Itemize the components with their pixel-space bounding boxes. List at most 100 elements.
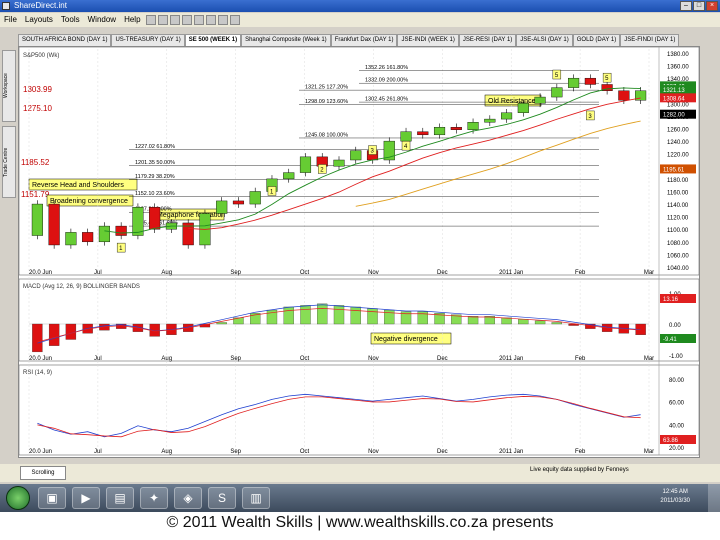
tab-jse-alsi[interactable]: JSE-ALSI (DAY 1) xyxy=(516,34,573,46)
toolbar-settings-icon[interactable] xyxy=(229,15,240,25)
annotation-broadening-convergence[interactable]: Broadening convergence xyxy=(46,194,134,207)
wave-label: 1 xyxy=(116,242,126,253)
tab-gold[interactable]: GOLD (DAY 1) xyxy=(572,34,621,46)
candle xyxy=(82,232,94,243)
tab-shanghai[interactable]: Shanghai Composite (Week 1) xyxy=(241,34,331,46)
price-badge: 1321.13 xyxy=(660,85,696,95)
menu-file[interactable]: File xyxy=(0,13,21,27)
price-x-label: Aug xyxy=(161,270,172,276)
tab-se500[interactable]: SE 500 (WEEK 1) xyxy=(184,34,242,46)
candle xyxy=(232,200,245,205)
rsi-x-label: Dec xyxy=(437,449,448,455)
annotation-negative-divergence[interactable]: Negative divergence xyxy=(370,332,452,345)
menu-layouts[interactable]: Layouts xyxy=(21,13,57,27)
rsi-x-label: Aug xyxy=(161,449,172,455)
menu-help[interactable]: Help xyxy=(120,13,144,27)
candle xyxy=(216,200,228,214)
document-icon[interactable]: ▤ xyxy=(106,487,134,509)
fib-label: 1321.25 127.20% xyxy=(305,85,348,91)
tab-dax[interactable]: Frankfurt Dax (DAY 1) xyxy=(330,34,398,46)
rsi-x-label: 2011 Jan xyxy=(499,449,523,455)
macd-badge: 13.16 xyxy=(660,294,696,303)
toolbar-draw-icon[interactable] xyxy=(205,15,216,25)
window-controls: – □ × xyxy=(680,1,718,11)
annotation-reverse-head-shoulders[interactable]: Reverse Head and Shoulders xyxy=(28,178,138,191)
chart-area[interactable]: S&P500 (Wk) 1303.99 1275.10 1185.52 1151… xyxy=(18,46,700,458)
tab-jse-indi[interactable]: JSE-INDI (WEEK 1) xyxy=(397,34,459,46)
candle xyxy=(65,232,77,246)
svg-text:13.16: 13.16 xyxy=(663,297,679,303)
taskbar-apps: ▣ ▶ ▤ ✦ ◈ S ▥ xyxy=(38,487,270,509)
close-button[interactable]: × xyxy=(706,1,718,11)
macd-bar xyxy=(367,308,378,325)
menu-tools[interactable]: Tools xyxy=(57,13,84,27)
candle xyxy=(517,103,529,113)
tab-jse-resi[interactable]: JSE-RESI (DAY 1) xyxy=(458,34,517,46)
price-x-label: 20.0 Jun xyxy=(29,270,52,276)
toolbar-open-icon[interactable] xyxy=(157,15,168,25)
left-price-4: 1151.79 xyxy=(21,190,50,199)
rsi-x-label: Sep xyxy=(230,449,241,455)
toolbar-print-icon[interactable] xyxy=(181,15,192,25)
maximize-button[interactable]: □ xyxy=(693,1,705,11)
tab-sa-bond[interactable]: SOUTH AFRICA BOND (DAY 1) xyxy=(18,34,112,46)
network-icon[interactable]: ◈ xyxy=(174,487,202,509)
fib-label: 1245.08 100.00% xyxy=(305,132,348,138)
rsi-axis-label: 20.00 xyxy=(669,446,685,452)
tab-jse-findi[interactable]: JSE-FINDI (DAY 1) xyxy=(620,34,680,46)
wave-label: 3 xyxy=(586,110,595,121)
candle xyxy=(450,127,462,130)
macd-badge: -9.41 xyxy=(660,334,696,343)
fib-label: 1332.09 200.00% xyxy=(365,78,408,84)
price-badge: 1195.61 xyxy=(660,164,696,174)
fib-label: 1179.29 38.20% xyxy=(135,174,175,180)
macd-bar xyxy=(467,316,479,325)
price-x-label: 2011 Jan xyxy=(499,270,523,276)
svg-text:Broadening convergence: Broadening convergence xyxy=(50,198,128,205)
rsi-x-label: Jul xyxy=(94,449,102,455)
candle xyxy=(433,127,446,136)
chart-canvas[interactable]: S&P500 (Wk) 1303.99 1275.10 1185.52 1151… xyxy=(18,46,700,457)
price-x-label: Sep xyxy=(230,270,241,276)
minimize-button[interactable]: – xyxy=(680,1,692,11)
macd-bar xyxy=(48,323,60,346)
tools-icon[interactable]: ✦ xyxy=(140,487,168,509)
macd-axis-label: -1.00 xyxy=(669,354,683,360)
toolbar-save-icon[interactable] xyxy=(169,15,180,25)
candle xyxy=(333,159,345,167)
side-tab-trade-centre[interactable]: Trade Centre xyxy=(2,126,16,198)
price-x-label: Jul xyxy=(94,270,102,276)
wave-label: 5 xyxy=(552,69,562,80)
annotation-old-resistance[interactable]: Old Resistance xyxy=(484,94,542,107)
wave-label: 4 xyxy=(401,140,411,151)
macd-header: MACD (Avg 12, 26, 9) BOLLINGER BANDS xyxy=(23,284,140,290)
candle xyxy=(299,156,312,173)
wave-label: 1 xyxy=(267,186,277,196)
media-icon[interactable]: ▶ xyxy=(72,487,100,509)
clock[interactable]: 12:45 AM 2011/03/30 xyxy=(660,488,690,506)
taskbar: ▣ ▶ ▤ ✦ ◈ S ▥ 12:45 AM 2011/03/30 xyxy=(0,484,720,512)
chart-icon[interactable]: ▥ xyxy=(242,487,270,509)
toolbar-new-icon[interactable] xyxy=(145,15,156,25)
rsi-axis-label: 80.00 xyxy=(669,378,685,384)
show-desktop-button[interactable] xyxy=(708,484,720,512)
side-tab-workspace[interactable]: Workspace xyxy=(2,50,16,122)
footer-caption: © 2011 Wealth Skills | www.wealthskills.… xyxy=(166,514,554,531)
macd-x-label: 20.0 Jun xyxy=(29,356,52,362)
start-button[interactable] xyxy=(6,486,30,510)
macd-x-label: Mar xyxy=(644,356,654,362)
toolbar-indicator-icon[interactable] xyxy=(217,15,228,25)
rsi-x-label: Feb xyxy=(575,449,586,455)
menu-window[interactable]: Window xyxy=(84,13,120,27)
price-axis-label: 1240.00 xyxy=(667,140,689,146)
price-header-text: S&P500 (Wk) xyxy=(23,53,59,59)
fib-label: 1352.26 161.80% xyxy=(365,65,408,71)
tab-us-treasury[interactable]: US-TREASURY (DAY 1) xyxy=(111,34,185,46)
macd-bar xyxy=(317,303,328,325)
folder-icon[interactable]: ▣ xyxy=(38,487,66,509)
chart-tabs: SOUTH AFRICA BOND (DAY 1) US-TREASURY (D… xyxy=(18,34,700,46)
toolbar-zoom-icon[interactable] xyxy=(193,15,204,25)
title-bar: ShareDirect.int – □ × xyxy=(0,0,720,12)
skype-icon[interactable]: S xyxy=(208,487,236,509)
status-tab-scrolling[interactable]: Scrolling xyxy=(20,466,66,480)
